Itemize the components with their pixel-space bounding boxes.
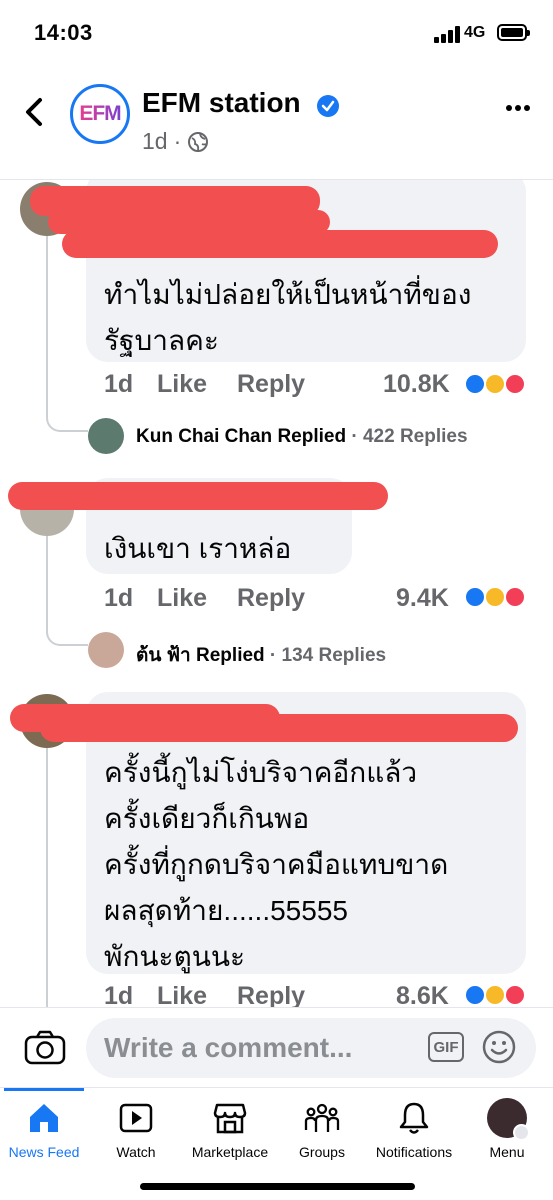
nav-label: Groups	[299, 1144, 345, 1160]
nav-label: Notifications	[375, 1144, 453, 1160]
nav-menu[interactable]: Menu	[464, 1088, 550, 1168]
love-reaction-icon	[504, 373, 526, 395]
reactions[interactable]	[464, 373, 540, 399]
page-logo: EFM	[75, 89, 125, 139]
nav-news-feed[interactable]: News Feed	[0, 1088, 88, 1168]
like-reaction-icon	[464, 373, 486, 395]
home-icon	[30, 1104, 58, 1132]
post-age: 1d	[142, 128, 168, 154]
love-reaction-icon	[504, 586, 526, 608]
emoji-icon[interactable]	[482, 1030, 516, 1064]
nav-label: Watch	[116, 1144, 156, 1160]
reply-button[interactable]: Reply	[237, 982, 305, 1007]
reply-button[interactable]: Reply	[237, 370, 305, 399]
reaction-count[interactable]: 10.8K	[383, 370, 450, 399]
nav-label: Marketplace	[191, 1144, 269, 1160]
replier-avatar[interactable]	[88, 632, 124, 668]
comment-input[interactable]	[86, 1018, 536, 1078]
comment-composer: GIF	[0, 1007, 553, 1087]
page-logo-text: EFM	[79, 102, 121, 125]
reactions[interactable]	[464, 984, 540, 1007]
haha-reaction-icon	[484, 373, 506, 395]
menu-avatar-icon	[487, 1098, 530, 1141]
network-type: 4G	[464, 24, 486, 41]
verified-badge-icon	[317, 95, 339, 117]
replies-count: 422 Replies	[362, 426, 468, 447]
globe-icon	[188, 131, 209, 152]
comment-text: ทำไมไม่ปล่อยให้เป็นหน้าที่ของ รัฐบาลคะ	[104, 279, 472, 356]
nav-notifications[interactable]: Notifications	[368, 1088, 460, 1168]
redacted-author	[8, 482, 388, 510]
comment-age: 1d	[104, 370, 134, 398]
replier-name: Kun Chai Chan	[136, 426, 273, 447]
replied-label: Replied	[277, 426, 347, 447]
redacted-author	[62, 230, 498, 258]
watch-icon	[119, 1103, 153, 1133]
comment-age: 1d	[104, 584, 134, 612]
chevron-left-icon	[26, 98, 42, 126]
battery-icon	[497, 24, 530, 41]
like-button[interactable]: Like	[157, 370, 207, 399]
bell-icon	[399, 1102, 429, 1134]
comment-text: เงินเขา เราหล่อ	[104, 533, 292, 564]
reply-button[interactable]: Reply	[237, 584, 305, 613]
marketplace-icon	[213, 1103, 247, 1134]
nav-marketplace[interactable]: Marketplace	[184, 1088, 276, 1168]
replier-avatar[interactable]	[88, 418, 124, 454]
replies-summary[interactable]: ต้น ฟ้า Replied · 134 Replies	[136, 640, 386, 670]
reply-thread-line	[46, 236, 88, 432]
reply-thread-line	[46, 536, 88, 646]
reaction-count[interactable]: 8.6K	[396, 982, 449, 1007]
status-bar: 14:03 4G	[0, 0, 553, 70]
status-time: 14:03	[34, 20, 93, 45]
redacted-author	[40, 714, 518, 742]
like-reaction-icon	[464, 586, 486, 608]
replies-count: 134 Replies	[281, 645, 387, 666]
haha-reaction-icon	[484, 586, 506, 608]
haha-reaction-icon	[484, 984, 506, 1006]
replier-name: ต้น ฟ้า	[136, 645, 191, 666]
more-options-icon[interactable]	[505, 104, 531, 112]
comments-list[interactable]: ทำไมไม่ปล่อยให้เป็นหน้าที่ของ รัฐบาลคะ 1…	[0, 180, 553, 1007]
back-button[interactable]	[20, 92, 50, 132]
reaction-count[interactable]: 9.4K	[396, 584, 449, 613]
post-header: EFM EFM station 1d ·	[0, 70, 553, 180]
replies-separator: ·	[269, 645, 277, 666]
signal-icon	[434, 25, 460, 43]
reply-thread-line	[46, 748, 48, 1007]
replies-summary[interactable]: Kun Chai Chan Replied · 422 Replies	[136, 426, 468, 448]
page-avatar[interactable]: EFM	[70, 84, 130, 144]
nav-watch[interactable]: Watch	[92, 1088, 180, 1168]
like-button[interactable]: Like	[157, 982, 207, 1007]
camera-icon[interactable]	[24, 1030, 66, 1066]
replied-label: Replied	[196, 645, 265, 666]
groups-icon	[304, 1103, 340, 1132]
nav-label: News Feed	[8, 1144, 80, 1160]
post-meta: 1d ·	[142, 128, 209, 155]
gif-button[interactable]: GIF	[428, 1032, 464, 1062]
comment-text: ครั้งนี้กูไม่โง่บริจาคอีกแล้ว ครั้งเดียว…	[104, 757, 449, 972]
like-reaction-icon	[464, 984, 486, 1006]
bottom-nav: News Feed Watch Marketplace Groups Notif…	[0, 1087, 553, 1200]
love-reaction-icon	[504, 984, 526, 1006]
comment-age: 1d	[104, 982, 134, 1007]
nav-label: Menu	[489, 1144, 525, 1160]
reactions[interactable]	[464, 586, 540, 612]
meta-separator: ·	[173, 128, 182, 154]
nav-groups[interactable]: Groups	[278, 1088, 366, 1168]
replies-separator: ·	[351, 426, 358, 447]
home-indicator	[140, 1183, 415, 1190]
like-button[interactable]: Like	[157, 584, 207, 613]
page-name[interactable]: EFM station	[142, 87, 301, 119]
